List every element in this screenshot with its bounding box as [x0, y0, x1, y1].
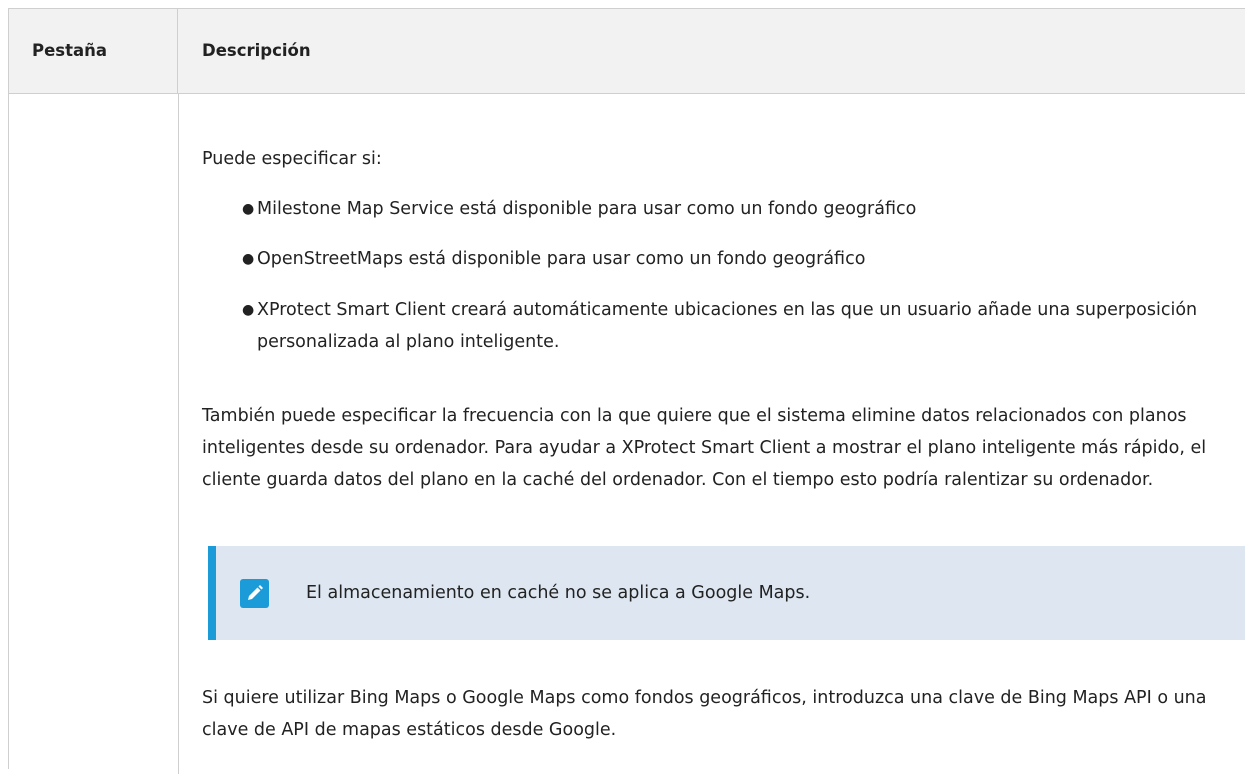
list-item-text: Milestone Map Service está disponible pa… — [257, 199, 917, 219]
note-text: El almacenamiento en caché no se aplica … — [306, 583, 811, 603]
frequency-paragraph: También puede especificar la frecuencia … — [202, 406, 1207, 490]
list-item-text: XProtect Smart Client creará automáticam… — [257, 300, 1198, 352]
api-keys-paragraph: Si quiere utilizar Bing Maps o Google Ma… — [202, 688, 1207, 740]
list-item: ● OpenStreetMaps está disponible para us… — [202, 243, 1245, 275]
list-item: ● XProtect Smart Client creará automátic… — [202, 294, 1237, 358]
bullet-icon: ● — [242, 251, 255, 267]
table-header-row: Pestaña Descripción — [9, 9, 1245, 94]
list-item: ● Milestone Map Service está disponible … — [202, 193, 1245, 225]
bullet-icon: ● — [242, 201, 255, 217]
settings-table: Pestaña Descripción Puede especificar si… — [8, 8, 1245, 774]
note-box: El almacenamiento en caché no se aplica … — [208, 546, 1245, 640]
bullet-icon: ● — [242, 302, 255, 318]
intro-paragraph: Puede especificar si: — [202, 149, 382, 169]
column-divider — [178, 94, 179, 774]
list-item-text: OpenStreetMaps está disponible para usar… — [257, 249, 866, 269]
column-header-tab: Pestaña — [9, 9, 178, 93]
column-header-description: Descripción — [202, 41, 311, 60]
pencil-note-icon — [240, 579, 269, 608]
